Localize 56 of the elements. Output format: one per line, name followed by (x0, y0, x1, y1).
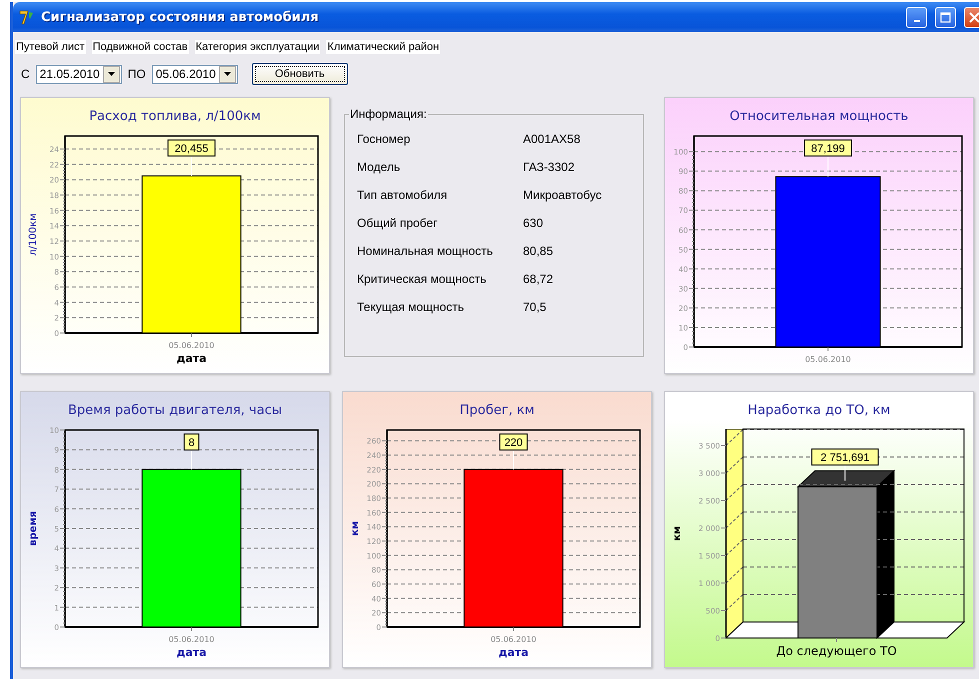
info-value: Микроавтобус (523, 188, 603, 202)
category-label: 05.06.2010 (168, 341, 214, 350)
y-axis-title: л/100км (28, 213, 39, 256)
value-label: 220 (499, 434, 528, 450)
x-axis-title: дата (176, 646, 207, 659)
value-label: 87,199 (804, 140, 852, 156)
minimize-button[interactable] (906, 6, 927, 28)
y-axis-title: время (28, 511, 39, 546)
info-label: Тип автомобиля (357, 188, 448, 202)
category-label: До следующего ТО (776, 644, 897, 658)
maximize-icon (940, 12, 951, 22)
value-label: 8 (184, 434, 200, 450)
info-value: 68,72 (523, 272, 554, 286)
value-label: 20,455 (168, 140, 216, 156)
info-value: А001АХ58 (523, 132, 582, 146)
caret-icon (224, 72, 231, 76)
info-label: Модель (357, 160, 402, 174)
chart-title: Время работы двигателя, часы (66, 402, 283, 420)
minimize-icon (914, 20, 920, 22)
category-label: 05.06.2010 (490, 635, 536, 644)
window-title: Сигнализатор состояния автомобиля (41, 10, 320, 24)
date-picker[interactable]: 05.06.2010 (152, 64, 238, 84)
info-value: 80,85 (523, 244, 554, 258)
chart-title: Наработка до ТО, км (746, 402, 892, 420)
menu-item[interactable]: Подвижной состав (92, 40, 189, 54)
group-title: Информация: (349, 107, 428, 121)
info-label: Номинальная мощность (357, 244, 494, 258)
x-axis-title: дата (498, 646, 529, 659)
y-axis-title: км (672, 526, 683, 541)
menu-item[interactable]: Климатический район (326, 40, 440, 54)
info-value: ГАЗ-3302 (523, 160, 576, 174)
chart-title: Пробег, км (458, 402, 536, 420)
refresh-button[interactable]: Обновить (252, 63, 348, 85)
close-icon (969, 12, 979, 22)
to-label: ПО (128, 67, 146, 81)
close-button[interactable] (964, 6, 979, 28)
info-value: 630 (523, 216, 544, 230)
y-axis-title: км (350, 521, 361, 536)
info-value: 70,5 (523, 300, 548, 314)
info-label: Общий пробег (357, 216, 438, 230)
category-label: 05.06.2010 (168, 635, 214, 644)
info-label: Госномер (357, 132, 412, 146)
category-label: 05.06.2010 (805, 355, 851, 364)
x-axis-title: дата (176, 352, 207, 365)
info-label: Текущая мощность (357, 300, 465, 314)
chart-title: Относительная мощность (728, 108, 910, 126)
caret-icon (108, 72, 115, 76)
from-label: С (21, 67, 30, 81)
info-label: Критическая мощность (357, 272, 488, 286)
date-picker[interactable]: 21.05.2010 (36, 64, 122, 84)
menu-item[interactable]: Категория эксплуатации (194, 40, 320, 54)
value-label: 2 751,691 (811, 448, 879, 466)
menu-item[interactable]: Путевой лист (15, 40, 86, 54)
app-logo-icon (19, 9, 35, 25)
chart-title: Расход топлива, л/100км (88, 108, 262, 126)
maximize-button[interactable] (935, 6, 956, 28)
